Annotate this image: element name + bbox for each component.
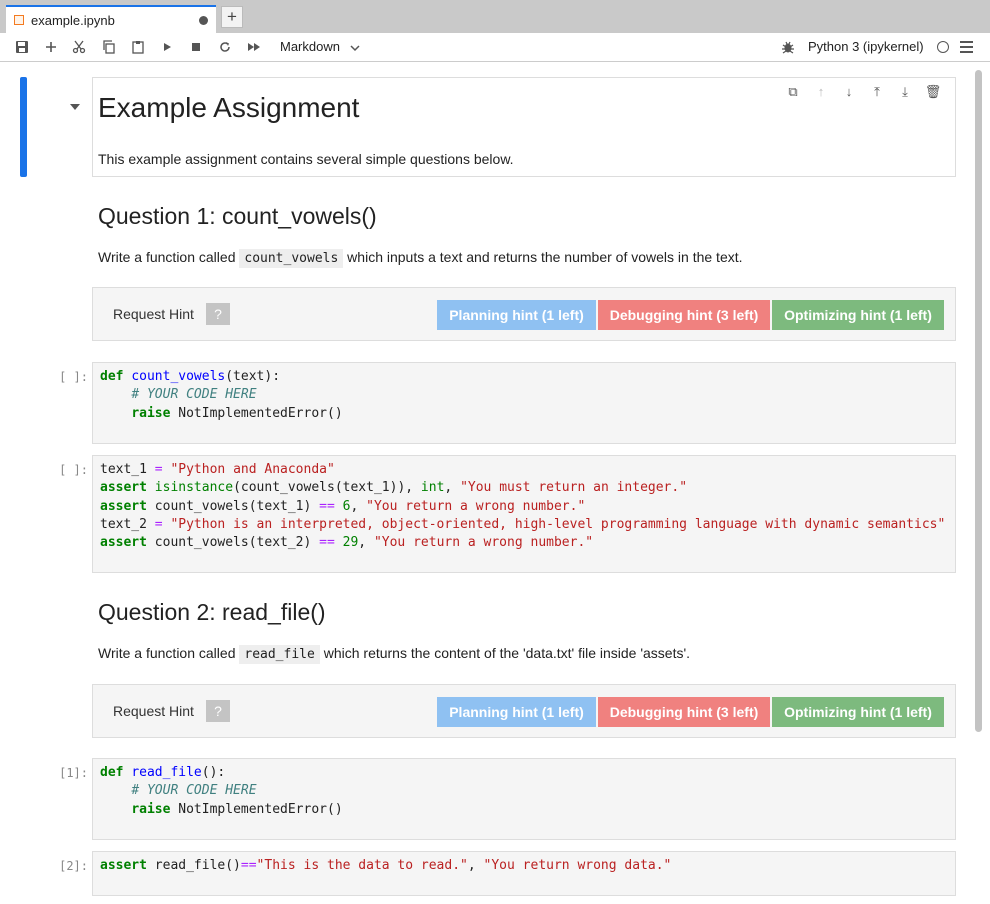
active-cell-indicator: [20, 77, 27, 177]
duplicate-cell-icon[interactable]: ⧉: [779, 84, 807, 100]
cell-prompt: [ ]:: [59, 370, 88, 384]
hint-help-button[interactable]: ?: [206, 303, 230, 325]
code-cell-1[interactable]: def count_vowels(text): # YOUR CODE HERE…: [92, 362, 956, 444]
code-cell-3-source: def read_file(): # YOUR CODE HERE raise …: [100, 765, 343, 817]
assignment-description: This example assignment contains several…: [98, 151, 514, 167]
scrollbar-thumb[interactable]: [975, 70, 982, 732]
fast-forward-icon[interactable]: [247, 39, 261, 55]
inline-code: count_vowels: [239, 249, 344, 268]
insert-below-icon[interactable]: ⤓: [891, 84, 919, 100]
cell-prompt: [ ]:: [59, 463, 88, 477]
hint-help-button[interactable]: ?: [206, 700, 230, 722]
tab-example-ipynb[interactable]: example.ipynb: [6, 5, 216, 33]
question-1-title: Question 1: count_vowels(): [98, 203, 377, 229]
copy-icon[interactable]: [102, 39, 116, 55]
collapse-heading-icon[interactable]: [70, 104, 80, 110]
hint-panel-1: Request Hint ? Planning hint (1 left) De…: [92, 287, 956, 341]
kernel-status-icon: [937, 41, 949, 53]
menu-icon[interactable]: [960, 41, 973, 53]
bug-icon[interactable]: [781, 39, 795, 55]
cell-prompt: [1]:: [59, 766, 88, 780]
cell-type-value: Markdown: [280, 39, 340, 54]
planning-hint-button[interactable]: Planning hint (1 left): [437, 697, 596, 727]
stop-icon[interactable]: [190, 39, 202, 55]
cell-toolbar: ⧉ ↑ ↓ ⤒ ⤓ 🗑: [779, 84, 947, 100]
code-cell-4[interactable]: assert read_file()=="This is the data to…: [92, 851, 956, 896]
optimizing-hint-button[interactable]: Optimizing hint (1 left): [772, 697, 944, 727]
save-icon[interactable]: [15, 39, 29, 55]
tab-title: example.ipynb: [31, 12, 115, 28]
code-cell-3[interactable]: def read_file(): # YOUR CODE HERE raise …: [92, 758, 956, 840]
cell-type-select[interactable]: Markdown: [280, 39, 360, 54]
request-hint-label: Request Hint: [113, 703, 194, 719]
inline-code: read_file: [239, 645, 320, 664]
hint-panel-2: Request Hint ? Planning hint (1 left) De…: [92, 684, 956, 738]
move-down-icon[interactable]: ↓: [835, 84, 863, 100]
request-hint-label: Request Hint: [113, 306, 194, 322]
code-cell-4-source: assert read_file()=="This is the data to…: [100, 858, 672, 873]
delete-cell-icon[interactable]: 🗑: [919, 84, 947, 100]
question-2-title: Question 2: read_file(): [98, 599, 326, 625]
debugging-hint-button[interactable]: Debugging hint (3 left): [598, 697, 770, 727]
run-icon[interactable]: [161, 39, 173, 55]
unsaved-dot-icon[interactable]: [199, 16, 208, 25]
kernel-name[interactable]: Python 3 (ipykernel): [808, 39, 924, 54]
notebook-toolbar: Markdown Python 3 (ipykernel): [0, 33, 990, 62]
move-up-icon[interactable]: ↑: [807, 84, 835, 100]
question-2-description: Write a function called read_file which …: [98, 645, 691, 664]
debugging-hint-button[interactable]: Debugging hint (3 left): [598, 300, 770, 330]
planning-hint-button[interactable]: Planning hint (1 left): [437, 300, 596, 330]
add-cell-icon[interactable]: [44, 39, 58, 55]
cell-prompt: [2]:: [59, 859, 88, 873]
code-cell-2-source: text_1 = "Python and Anaconda" assert is…: [100, 462, 946, 551]
paste-icon[interactable]: [131, 39, 145, 55]
insert-above-icon[interactable]: ⤒: [863, 84, 891, 100]
code-cell-1-source: def count_vowels(text): # YOUR CODE HERE…: [100, 369, 343, 421]
question-1-description: Write a function called count_vowels whi…: [98, 249, 743, 268]
code-cell-2[interactable]: text_1 = "Python and Anaconda" assert is…: [92, 455, 956, 573]
cut-icon[interactable]: [72, 39, 86, 55]
assignment-title: Example Assignment: [98, 92, 360, 123]
tab-bar: example.ipynb +: [0, 0, 990, 33]
notebook-icon: [14, 15, 24, 25]
new-tab-button[interactable]: +: [221, 6, 243, 28]
restart-icon[interactable]: [218, 39, 232, 55]
chevron-down-icon: [350, 45, 360, 51]
optimizing-hint-button[interactable]: Optimizing hint (1 left): [772, 300, 944, 330]
